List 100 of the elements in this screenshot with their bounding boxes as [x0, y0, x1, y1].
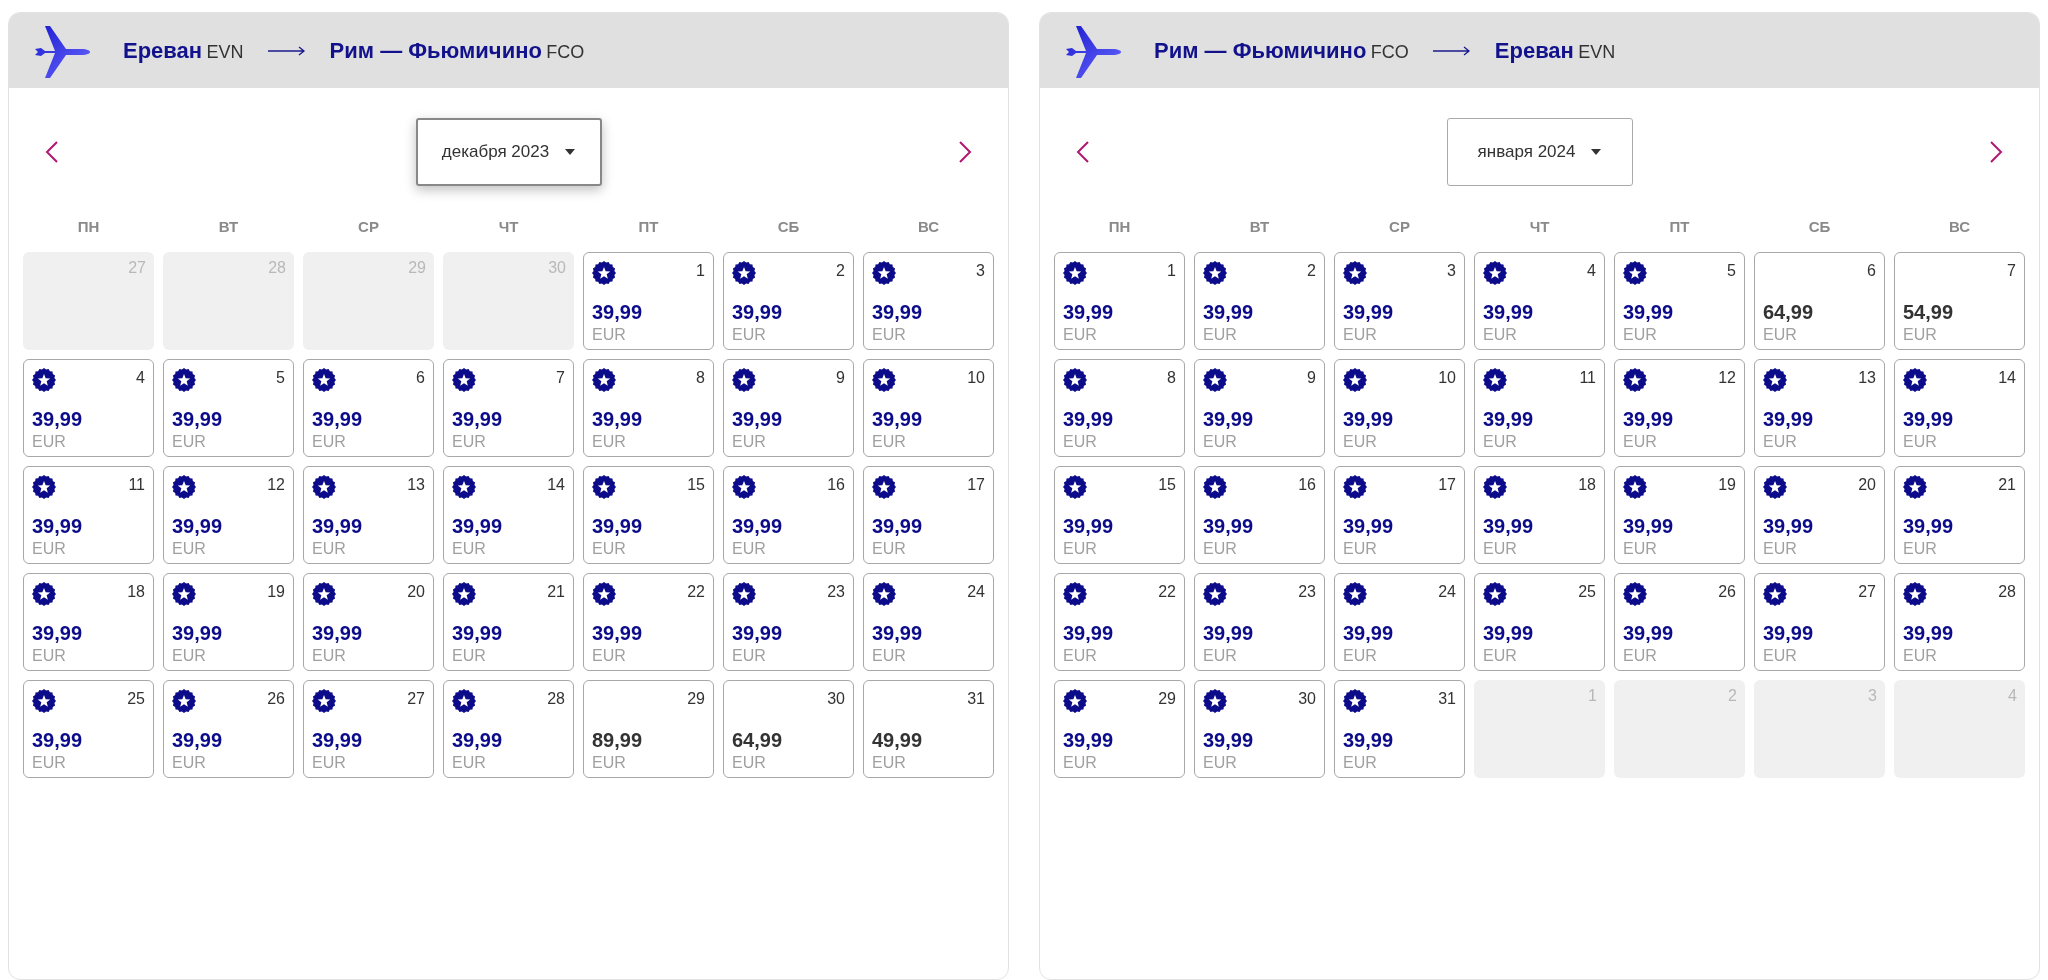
day-number: 10 [967, 368, 985, 386]
calendar-day[interactable]: 6 64,99 EUR [1754, 252, 1885, 350]
price: 39,99 [172, 407, 224, 432]
star-badge-icon [732, 475, 756, 499]
day-number: 4 [2008, 688, 2017, 706]
currency: EUR [1623, 539, 1658, 559]
price: 39,99 [732, 514, 784, 539]
calendar-day[interactable]: 2 39,99 EUR [1194, 252, 1325, 350]
calendar-day[interactable]: 11 39,99 EUR [1474, 359, 1605, 457]
weekday-label: ПН [1108, 217, 1131, 237]
calendar-day[interactable]: 25 39,99 EUR [23, 680, 154, 778]
calendar-day[interactable]: 24 39,99 EUR [863, 573, 994, 671]
day-number: 26 [1718, 582, 1736, 600]
calendar-day[interactable]: 2 39,99 EUR [723, 252, 854, 350]
calendar-day[interactable]: 24 39,99 EUR [1334, 573, 1465, 671]
calendar-day[interactable]: 26 39,99 EUR [1614, 573, 1745, 671]
day-number: 7 [2007, 261, 2016, 279]
day-number: 30 [1298, 689, 1316, 707]
calendar-day[interactable]: 21 39,99 EUR [1894, 466, 2025, 564]
calendar-day[interactable]: 22 39,99 EUR [1054, 573, 1185, 671]
calendar-day[interactable]: 19 39,99 EUR [1614, 466, 1745, 564]
calendar-day[interactable]: 14 39,99 EUR [443, 466, 574, 564]
calendar-day[interactable]: 17 39,99 EUR [1334, 466, 1465, 564]
calendar-day[interactable]: 12 39,99 EUR [163, 466, 294, 564]
price: 39,99 [1343, 728, 1395, 753]
calendar-day[interactable]: 3 39,99 EUR [1334, 252, 1465, 350]
month-dropdown[interactable]: декабря 2023 [415, 118, 602, 186]
calendar-day[interactable]: 23 39,99 EUR [1194, 573, 1325, 671]
calendar-day[interactable]: 6 39,99 EUR [303, 359, 434, 457]
calendar-day[interactable]: 3 39,99 EUR [863, 252, 994, 350]
price: 39,99 [452, 407, 504, 432]
calendar-day[interactable]: 30 64,99 EUR [723, 680, 854, 778]
day-number: 16 [827, 475, 845, 493]
star-badge-icon [32, 475, 56, 499]
calendar-day[interactable]: 13 39,99 EUR [303, 466, 434, 564]
calendar-day[interactable]: 16 39,99 EUR [723, 466, 854, 564]
price: 54,99 [1903, 300, 1955, 325]
currency: EUR [452, 753, 487, 773]
calendar-day[interactable]: 27 39,99 EUR [1754, 573, 1885, 671]
calendar-day[interactable]: 23 39,99 EUR [723, 573, 854, 671]
calendar-day[interactable]: 22 39,99 EUR [583, 573, 714, 671]
day-number: 19 [267, 582, 285, 600]
calendar-day[interactable]: 9 39,99 EUR [1194, 359, 1325, 457]
calendar-day[interactable]: 10 39,99 EUR [863, 359, 994, 457]
calendar-day[interactable]: 1 39,99 EUR [583, 252, 714, 350]
day-number: 1 [1588, 688, 1597, 706]
calendar-day[interactable]: 21 39,99 EUR [443, 573, 574, 671]
currency: EUR [32, 646, 67, 666]
calendar-day[interactable]: 17 39,99 EUR [863, 466, 994, 564]
calendar-day[interactable]: 25 39,99 EUR [1474, 573, 1605, 671]
day-number: 28 [1998, 582, 2016, 600]
calendar-day[interactable]: 19 39,99 EUR [163, 573, 294, 671]
calendar-day[interactable]: 26 39,99 EUR [163, 680, 294, 778]
calendar-day[interactable]: 16 39,99 EUR [1194, 466, 1325, 564]
calendar-day[interactable]: 20 39,99 EUR [303, 573, 434, 671]
star-badge-icon [1343, 368, 1367, 392]
price: 39,99 [1483, 407, 1535, 432]
calendar-day[interactable]: 27 39,99 EUR [303, 680, 434, 778]
calendar-day[interactable]: 15 39,99 EUR [1054, 466, 1185, 564]
calendar-day[interactable]: 15 39,99 EUR [583, 466, 714, 564]
calendar-day[interactable]: 7 39,99 EUR [443, 359, 574, 457]
month-dropdown[interactable]: января 2024 [1446, 118, 1633, 186]
calendar-day[interactable]: 9 39,99 EUR [723, 359, 854, 457]
calendar-day[interactable]: 12 39,99 EUR [1614, 359, 1745, 457]
currency: EUR [1343, 753, 1378, 773]
calendar-day[interactable]: 29 89,99 EUR [583, 680, 714, 778]
star-badge-icon [872, 368, 896, 392]
day-number: 23 [827, 582, 845, 600]
calendar-day[interactable]: 18 39,99 EUR [1474, 466, 1605, 564]
calendar-day[interactable]: 14 39,99 EUR [1894, 359, 2025, 457]
price: 39,99 [32, 728, 84, 753]
currency: EUR [1483, 646, 1518, 666]
calendar-day[interactable]: 18 39,99 EUR [23, 573, 154, 671]
day-number: 26 [267, 689, 285, 707]
calendar-day[interactable]: 31 49,99 EUR [863, 680, 994, 778]
currency: EUR [592, 753, 627, 773]
calendar-day[interactable]: 8 39,99 EUR [1054, 359, 1185, 457]
weekday-label: ВС [917, 217, 940, 237]
calendar-day[interactable]: 10 39,99 EUR [1334, 359, 1465, 457]
calendar-day[interactable]: 28 39,99 EUR [1894, 573, 2025, 671]
calendar-day[interactable]: 20 39,99 EUR [1754, 466, 1885, 564]
calendar-day[interactable]: 5 39,99 EUR [1614, 252, 1745, 350]
calendar-day[interactable]: 4 39,99 EUR [1474, 252, 1605, 350]
currency: EUR [1343, 432, 1378, 452]
star-badge-icon [1623, 475, 1647, 499]
price: 39,99 [1063, 407, 1115, 432]
calendar-day[interactable]: 30 39,99 EUR [1194, 680, 1325, 778]
calendar-day[interactable]: 28 39,99 EUR [443, 680, 574, 778]
calendar-day[interactable]: 31 39,99 EUR [1334, 680, 1465, 778]
calendar-day[interactable]: 11 39,99 EUR [23, 466, 154, 564]
currency: EUR [1343, 325, 1378, 345]
currency: EUR [872, 432, 907, 452]
calendar-day[interactable]: 8 39,99 EUR [583, 359, 714, 457]
calendar-day[interactable]: 4 39,99 EUR [23, 359, 154, 457]
calendar-day[interactable]: 5 39,99 EUR [163, 359, 294, 457]
calendar-day[interactable]: 29 39,99 EUR [1054, 680, 1185, 778]
calendar-day[interactable]: 7 54,99 EUR [1894, 252, 2025, 350]
calendar-day[interactable]: 13 39,99 EUR [1754, 359, 1885, 457]
currency: EUR [172, 646, 207, 666]
calendar-day[interactable]: 1 39,99 EUR [1054, 252, 1185, 350]
